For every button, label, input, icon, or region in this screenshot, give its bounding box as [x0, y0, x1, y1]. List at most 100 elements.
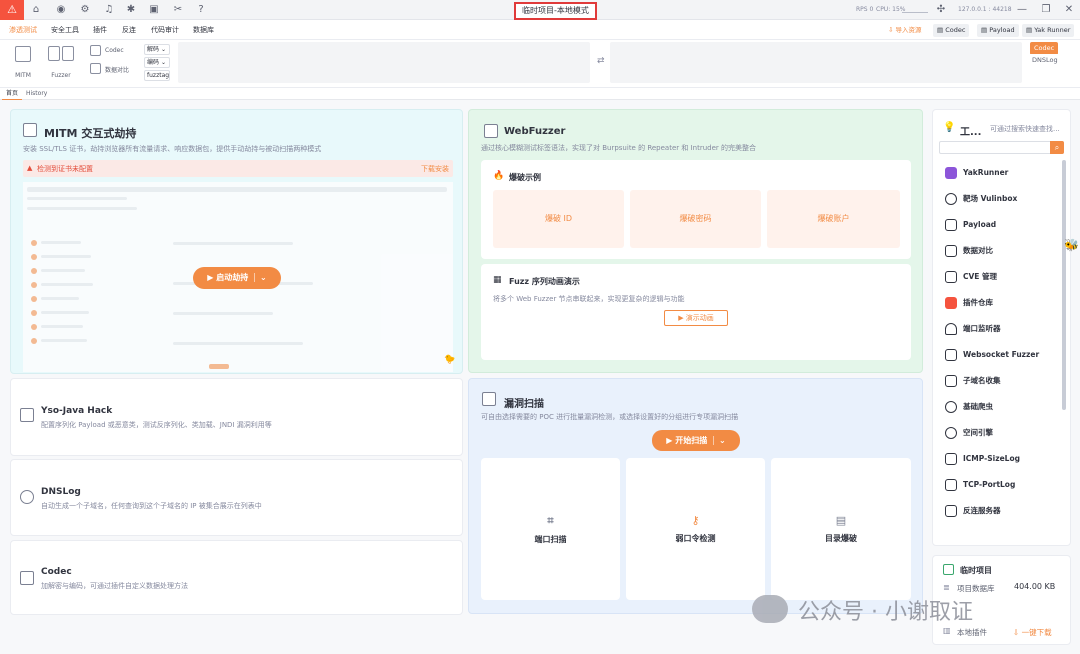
codec-tool[interactable]: Codec — [90, 45, 128, 57]
cert-alert-text: 检测到证书未配置 — [37, 165, 93, 173]
fuzz-sequence-panel: ▦ Fuzz 序列动画演示 将多个 Web Fuzzer 节点串联起来，实现更复… — [481, 264, 911, 360]
mitm-tool[interactable]: MITM — [11, 46, 35, 79]
document-icon: ▤ — [835, 514, 847, 527]
encode-select[interactable]: 编码 ⌄ — [144, 57, 170, 68]
list-item[interactable]: 靶场 Vulinbox — [939, 186, 1057, 212]
project-title: 临时项目 — [960, 566, 992, 575]
mitm-card[interactable]: MITM 交互式劫持 安装 SSL/TLS 证书，劫持浏览器所有流量请求、响应数… — [10, 109, 463, 374]
settings-icon[interactable]: ⚙ — [74, 0, 96, 20]
fuzzer-tool-label: Fuzzer — [51, 72, 71, 79]
yso-java-card[interactable]: Yso-Java Hack 配置序列化 Payload 或恶意类，测试反序列化、… — [10, 378, 463, 456]
page-tabs: 首页 History — [0, 88, 1080, 100]
main-menu: 渗透测试 安全工具 插件 反连 代码审计 数据库 ⇩ 导入资源 ▤ Codec … — [0, 20, 1080, 40]
list-item[interactable]: ICMP-SizeLog — [939, 446, 1057, 472]
chevron-down-icon[interactable]: ⌄ — [254, 273, 267, 282]
mascot-icon[interactable]: 🐝 — [1064, 238, 1079, 252]
demo-animation-button[interactable]: ▶ 演示动画 — [664, 310, 728, 326]
fuzzer-tool[interactable]: Fuzzer — [46, 46, 76, 79]
tab-home[interactable]: 首页 — [2, 88, 23, 100]
fuzztag-label: fuzztag — [147, 72, 170, 79]
codec-card[interactable]: Codec 加解密与编码，可通过插件自定义数据处理方法 — [10, 540, 463, 615]
port-scan-tile[interactable]: ⌗ 端口扫描 — [481, 458, 620, 600]
brute-account-tile[interactable]: 爆破账户 — [767, 190, 900, 248]
dnslog-chip[interactable]: DNSLog — [1028, 54, 1062, 67]
tools-scrollbar[interactable] — [1062, 160, 1066, 410]
decode-select[interactable]: 解码 ⌄ — [144, 44, 170, 55]
rps-stat: RPS 0 — [856, 6, 874, 13]
codec-shortcut[interactable]: ▤ Codec — [933, 24, 970, 37]
list-item[interactable]: 反连服务器 — [939, 498, 1057, 524]
list-item[interactable]: Websocket Fuzzer — [939, 342, 1057, 368]
tab-history[interactable]: History — [22, 88, 51, 100]
play-icon: ▶ — [207, 273, 217, 282]
minimize-button[interactable]: — — [1012, 0, 1032, 20]
dnslog-icon — [20, 490, 34, 504]
terminal-icon[interactable]: ▣ — [143, 0, 165, 20]
start-scan-button[interactable]: ▶ 开始扫描 ⌄ — [652, 430, 740, 451]
codec-output-area[interactable] — [610, 42, 1022, 83]
list-item[interactable]: YakRunner — [939, 160, 1057, 186]
port-scan-label: 端口扫描 — [534, 535, 567, 544]
database-icon: ≣ — [943, 583, 950, 592]
search-icon[interactable]: ⌕ — [1050, 141, 1064, 154]
encode-select-label: 编码 — [147, 59, 160, 66]
user-avatar-icon[interactable]: ◉ — [50, 0, 72, 20]
weak-password-tile[interactable]: ⚷ 弱口令检测 — [626, 458, 765, 600]
swap-icon[interactable]: ⇄ — [597, 56, 605, 66]
mitm-card-icon — [23, 123, 37, 137]
list-item[interactable]: 插件仓库 — [939, 290, 1057, 316]
menu-reverse[interactable]: 反连 — [122, 20, 136, 40]
start-hijack-button[interactable]: ▶ 启动劫持 ⌄ — [193, 267, 281, 289]
list-item[interactable]: 端口监听器 — [939, 316, 1057, 342]
help-icon[interactable]: ? — [190, 0, 212, 20]
dir-brute-tile[interactable]: ▤ 目录爆破 — [771, 458, 911, 600]
payload-shortcut[interactable]: ▤ Payload — [977, 24, 1019, 37]
layers-icon: ▦ — [493, 275, 502, 285]
menu-plugins[interactable]: 插件 — [93, 20, 107, 40]
brute-password-tile[interactable]: 爆破密码 — [630, 190, 761, 248]
restore-button[interactable]: ❐ — [1036, 0, 1056, 20]
bell-icon[interactable]: ♫ — [98, 0, 120, 20]
codec-input-area[interactable] — [178, 42, 590, 83]
tools-search-input[interactable] — [939, 141, 1064, 154]
home-icon[interactable]: ⌂ — [25, 0, 47, 20]
menu-pentest[interactable]: 渗透测试 — [9, 20, 37, 40]
menu-security-tools[interactable]: 安全工具 — [51, 20, 79, 40]
list-item[interactable]: 基础爬虫 — [939, 394, 1057, 420]
download-plugins-link[interactable]: ⇩ 一键下载 — [1013, 627, 1052, 638]
list-item[interactable]: 数据对比 — [939, 238, 1057, 264]
dnslog-title: DNSLog — [41, 487, 81, 497]
menu-database[interactable]: 数据库 — [193, 20, 214, 40]
dnslog-card[interactable]: DNSLog 自动生成一个子域名，任何查询到这个子域名的 IP 被集合展示在列表… — [10, 459, 463, 536]
brute-id-tile[interactable]: 爆破 ID — [493, 190, 624, 248]
tools-icon[interactable]: ✂ — [167, 0, 189, 20]
yakrunner-shortcut[interactable]: ▤ Yak Runner — [1022, 24, 1075, 37]
menu-code-audit[interactable]: 代码审计 — [151, 20, 179, 40]
import-resources-button[interactable]: ⇩ 导入资源 — [884, 24, 926, 37]
tool-label: 数据对比 — [963, 246, 993, 255]
bug-icon[interactable]: ✱ — [120, 0, 142, 20]
cert-alert: ▲ 检测到证书未配置 下载安装 — [23, 160, 453, 177]
chevron-down-icon[interactable]: ⌄ — [713, 436, 726, 445]
fuzz-sequence-title: Fuzz 序列动画演示 — [509, 277, 580, 286]
engine-icon[interactable]: ✣ — [930, 0, 952, 20]
warning-icon[interactable]: ⚠ — [0, 0, 24, 20]
list-item[interactable]: 空间引擎 — [939, 420, 1057, 446]
list-item[interactable]: TCP-PortLog — [939, 472, 1057, 498]
close-button[interactable]: ✕ — [1059, 0, 1079, 20]
tools-sidebar: 💡 工... 可通过搜索快速查找... ⌕ YakRunner 靶场 Vulin… — [932, 109, 1071, 546]
yakrunner-icon — [945, 167, 957, 179]
tcp-icon — [945, 479, 957, 491]
list-item[interactable]: CVE 管理 — [939, 264, 1057, 290]
list-item[interactable]: 子域名收集 — [939, 368, 1057, 394]
project-mode-title[interactable]: 临时项目-本地模式 — [514, 2, 597, 20]
list-item[interactable]: Payload — [939, 212, 1057, 238]
fuzztag-button[interactable]: fuzztag — [144, 70, 170, 81]
vuln-scan-card[interactable]: 漏洞扫描 可自由选择需要的 POC 进行批量漏洞检测，或选择设置好的分组进行专项… — [468, 378, 923, 614]
vuln-scan-icon — [482, 392, 496, 406]
download-cert-link[interactable]: 下载安装 — [421, 164, 449, 174]
project-db-label: 项目数据库 — [957, 584, 995, 593]
webfuzzer-card[interactable]: WebFuzzer 通过核心模糊测试标签语法，实现了对 Burpsuite 的 … — [468, 109, 923, 373]
websocket-icon — [945, 349, 957, 361]
data-compare-tool[interactable]: 数据对比 — [90, 63, 134, 75]
